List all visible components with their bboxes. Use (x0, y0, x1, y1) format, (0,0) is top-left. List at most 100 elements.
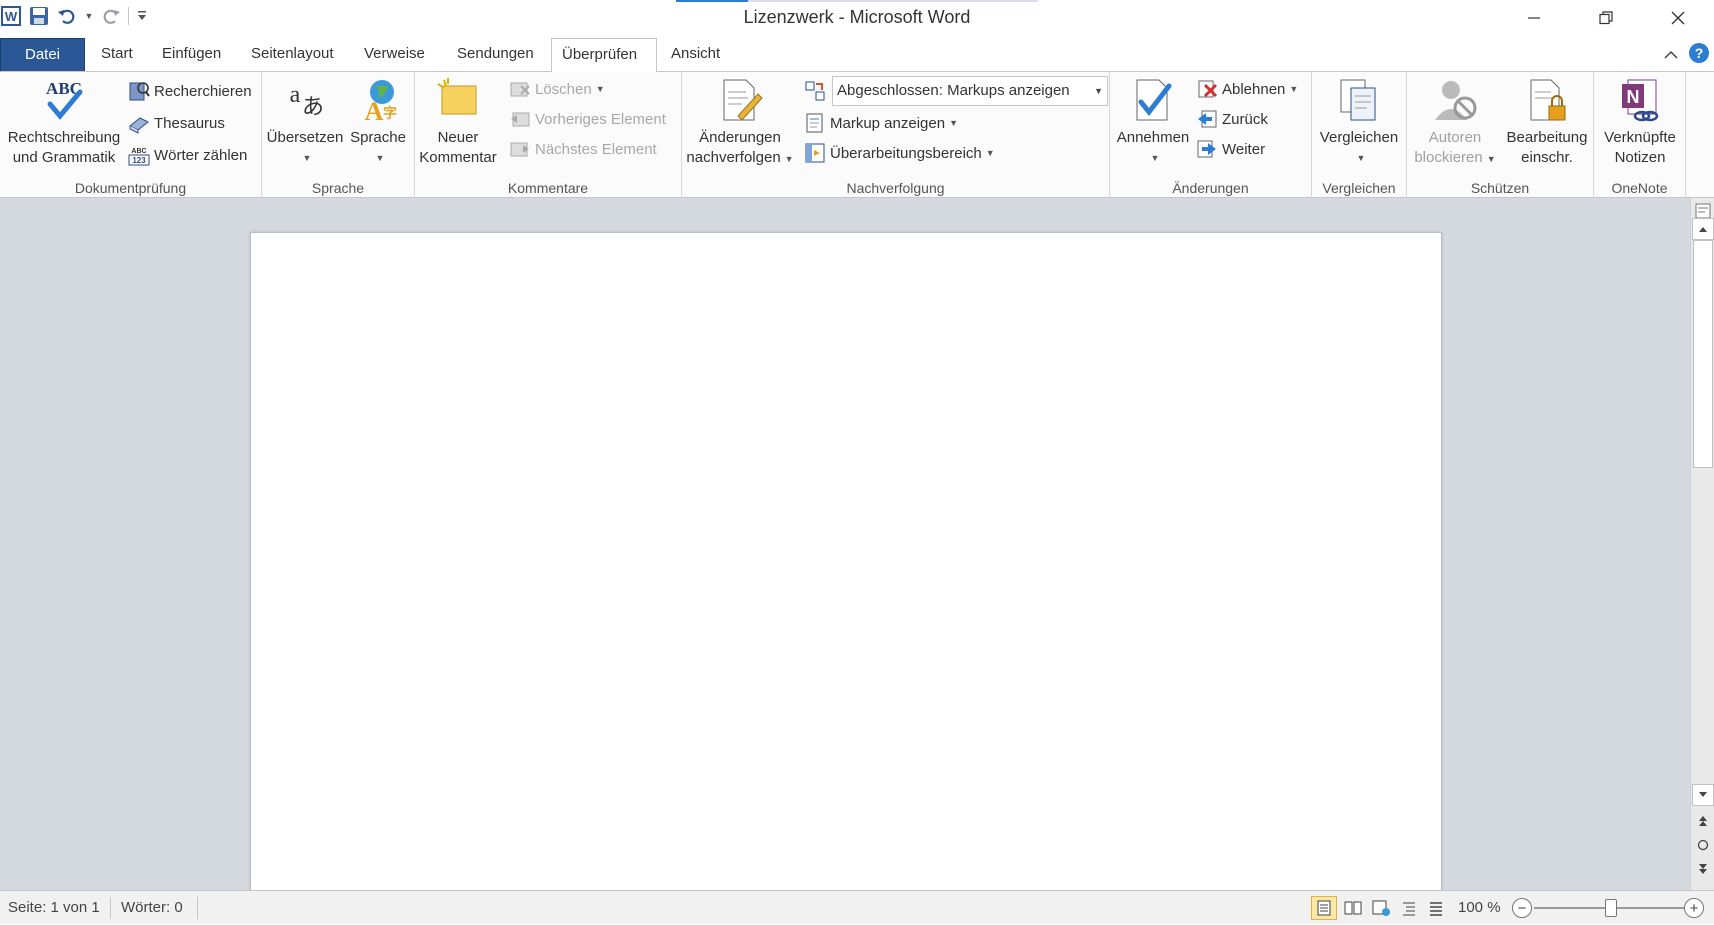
scroll-up-button[interactable] (1692, 218, 1714, 240)
tab-file[interactable]: Datei (0, 38, 85, 72)
thesaurus-button[interactable]: Thesaurus (128, 110, 225, 136)
draft-view-icon[interactable] (1423, 896, 1449, 920)
delete-comment-icon (509, 78, 531, 100)
word-count-button[interactable]: ABC 123 Wörter zählen (128, 142, 247, 168)
research-button[interactable]: Recherchieren (128, 78, 252, 104)
ribbon: ABC Rechtschreibung und Grammatik Recher… (0, 71, 1714, 198)
group-changes: Annehmen ▼ Ablehnen ▼ Zurück Weiter Änder… (1110, 72, 1312, 198)
help-icon[interactable]: ? (1688, 42, 1710, 69)
group-label-comments: Kommentare (507, 180, 589, 196)
group-label-language: Sprache (311, 180, 365, 196)
page-count[interactable]: Seite: 1 von 1 (0, 891, 108, 925)
track-changes-button[interactable]: Änderungen nachverfolgen ▼ (684, 76, 796, 169)
accept-button[interactable]: Annehmen ▼ (1112, 76, 1194, 168)
previous-change-icon (1196, 108, 1218, 130)
translate-icon: aあ (281, 76, 329, 124)
thesaurus-icon (128, 112, 150, 134)
document-page[interactable] (250, 232, 1442, 890)
delete-comment-button[interactable]: Löschen ▼ (509, 76, 605, 102)
block-authors-label-1: Autoren (1428, 129, 1482, 146)
status-separator (197, 897, 198, 919)
restrict-editing-button[interactable]: Bearbeitung einschr. (1501, 76, 1593, 168)
reviewing-pane-icon (804, 142, 826, 164)
block-authors-dropdown-icon: ▼ (1486, 154, 1496, 164)
zoom-in-button[interactable]: + (1684, 898, 1704, 918)
scroll-down-button[interactable] (1692, 784, 1714, 806)
zoom-slider-thumb[interactable] (1605, 899, 1617, 917)
spelling-grammar-button[interactable]: ABC Rechtschreibung und Grammatik (4, 76, 124, 168)
previous-comment-icon (509, 108, 531, 130)
track-changes-label-1: Änderungen (699, 129, 781, 146)
previous-change-button[interactable]: Zurück (1196, 106, 1268, 132)
print-layout-view-icon[interactable] (1311, 896, 1337, 920)
svg-text:123: 123 (132, 156, 146, 165)
tab-page-layout[interactable]: Seitenlayout (241, 38, 344, 72)
tab-view[interactable]: Ansicht (661, 38, 730, 72)
tab-start[interactable]: Start (91, 38, 143, 72)
next-page-icon[interactable] (1692, 858, 1714, 880)
group-label-onenote: OneNote (1611, 180, 1668, 196)
language-globe-icon: A字 (354, 76, 402, 126)
close-button[interactable] (1642, 0, 1714, 36)
title-bar: W ▼ Lizenzwerk - Microsoft Word (0, 0, 1714, 36)
reject-dropdown-icon: ▼ (1289, 84, 1299, 94)
research-label: Recherchieren (154, 82, 252, 100)
reviewing-pane-button[interactable]: Überarbeitungsbereich ▼ (804, 140, 995, 166)
new-comment-label-2: Kommentar (419, 149, 497, 166)
collapse-ribbon-icon[interactable] (1664, 47, 1678, 65)
restore-button[interactable] (1570, 0, 1642, 36)
vertical-scrollbar[interactable] (1690, 198, 1714, 890)
group-label-changes: Änderungen (1172, 180, 1249, 196)
full-screen-reading-view-icon[interactable] (1340, 896, 1366, 920)
next-change-button[interactable]: Weiter (1196, 136, 1265, 162)
previous-comment-button[interactable]: Vorheriges Element (509, 106, 666, 132)
restrict-editing-label-2: einschr. (1521, 149, 1573, 166)
next-change-label: Weiter (1222, 140, 1266, 158)
show-markup-button[interactable]: Markup anzeigen ▼ (804, 110, 958, 136)
new-comment-button[interactable]: Neuer Kommentar (417, 76, 499, 168)
word-count[interactable]: Wörter: 0 (113, 891, 191, 925)
spelling-check-icon: ABC (40, 76, 88, 124)
display-for-review-dropdown-icon[interactable]: ▼ (1094, 77, 1103, 105)
restrict-editing-icon (1523, 76, 1571, 124)
display-for-review-icon (804, 80, 826, 102)
status-separator (110, 897, 111, 919)
compare-dropdown-icon: ▼ (1356, 153, 1366, 163)
translate-label: Übersetzen (266, 129, 344, 146)
zoom-out-button[interactable]: − (1512, 898, 1532, 918)
spelling-label-1: Rechtschreibung (7, 129, 121, 146)
delete-dropdown-icon: ▼ (595, 84, 605, 94)
tab-review[interactable]: Überprüfen (551, 38, 657, 73)
linked-notes-button[interactable]: N Verknüpfte Notizen (1596, 76, 1684, 168)
show-markup-dropdown-icon: ▼ (949, 118, 958, 128)
translate-button[interactable]: aあ Übersetzen ▼ (266, 76, 344, 168)
title-accent-highlight (676, 0, 748, 2)
group-comments: Neuer Kommentar Löschen ▼ Vorheriges Elem… (415, 72, 682, 198)
web-layout-view-icon[interactable] (1368, 896, 1394, 920)
tab-mailings[interactable]: Sendungen (447, 38, 544, 72)
display-for-review-icon-wrap (804, 78, 830, 104)
new-comment-label-1: Neuer (437, 129, 479, 146)
language-button[interactable]: A字 Sprache ▼ (346, 76, 410, 168)
select-browse-object-icon[interactable] (1692, 834, 1714, 856)
accept-label: Annehmen (1116, 129, 1190, 146)
research-icon (128, 80, 150, 102)
display-for-review-select[interactable]: Abgeschlossen: Markups anzeigen ▼ (832, 76, 1108, 106)
next-comment-button[interactable]: Nächstes Element (509, 136, 657, 162)
scroll-thumb[interactable] (1693, 240, 1713, 468)
previous-page-icon[interactable] (1692, 810, 1714, 832)
zoom-level[interactable]: 100 % (1450, 891, 1509, 925)
group-language: aあ Übersetzen ▼ A字 Sprache ▼ Sprache (262, 72, 415, 198)
display-for-review-value: Abgeschlossen: Markups anzeigen (837, 82, 1070, 99)
reject-button[interactable]: Ablehnen ▼ (1196, 76, 1298, 102)
compare-label: Vergleichen (1319, 129, 1399, 146)
block-authors-button[interactable]: Autoren blockieren ▼ (1409, 76, 1501, 169)
thesaurus-label: Thesaurus (154, 114, 225, 132)
compare-button[interactable]: Vergleichen ▼ (1314, 76, 1404, 168)
accept-dropdown-icon: ▼ (1150, 153, 1160, 163)
tab-insert[interactable]: Einfügen (152, 38, 231, 72)
outline-view-icon[interactable] (1396, 896, 1422, 920)
minimize-button[interactable] (1498, 0, 1570, 36)
tab-references[interactable]: Verweise (354, 38, 435, 72)
next-change-icon (1196, 138, 1218, 160)
